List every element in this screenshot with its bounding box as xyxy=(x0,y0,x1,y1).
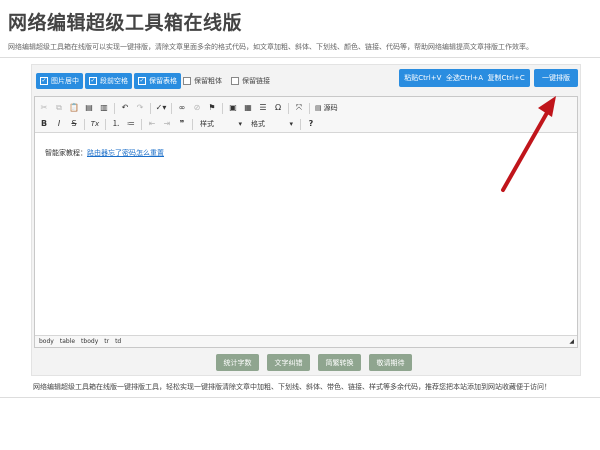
style-dropdown[interactable]: 样式 ▾ xyxy=(198,119,244,130)
table-icon[interactable]: ▦ xyxy=(243,102,253,114)
option-label: 保留链接 xyxy=(242,77,270,85)
outdent-icon[interactable]: ⇤ xyxy=(147,118,157,130)
spellcheck-icon[interactable]: ✓▾ xyxy=(156,102,167,114)
chevron-down-icon: ▾ xyxy=(238,120,242,128)
bottom-divider xyxy=(0,397,600,398)
numbered-list-icon[interactable]: ⒈ xyxy=(111,118,121,130)
source-label: 源码 xyxy=(323,104,338,112)
toolbar-separator xyxy=(309,102,310,114)
strikethrough-button[interactable]: S xyxy=(69,118,79,130)
toolbar-separator xyxy=(114,102,115,114)
bold-button[interactable]: B xyxy=(39,118,49,130)
top-divider xyxy=(0,57,600,58)
paste-text-icon[interactable]: ▤ xyxy=(84,102,94,114)
source-icon: ▤ xyxy=(315,104,322,112)
image-icon[interactable]: ▣ xyxy=(228,102,238,114)
coming-soon-button[interactable]: 敬请期待 xyxy=(369,354,412,371)
path-table[interactable]: table xyxy=(60,338,75,345)
checkbox-checked-icon: ✓ xyxy=(89,77,97,85)
horizontal-rule-icon[interactable]: ☰ xyxy=(258,102,268,114)
help-button[interactable]: ? xyxy=(306,118,316,130)
word-count-button[interactable]: 统计字数 xyxy=(216,354,259,371)
toolbar-separator xyxy=(84,118,85,130)
toolbar-separator xyxy=(141,118,142,130)
paste-icon[interactable]: 📋 xyxy=(69,102,79,114)
checkbox-checked-icon: ✓ xyxy=(40,77,48,85)
unlink-icon[interactable]: ⊘ xyxy=(192,102,202,114)
option-image-center[interactable]: ✓ 图片居中 xyxy=(36,73,83,89)
content-prefix: 智能家教程： xyxy=(45,149,87,157)
path-td[interactable]: td xyxy=(115,338,121,345)
option-keep-links[interactable]: 保留链接 xyxy=(231,75,270,87)
toolbar-separator xyxy=(192,118,193,130)
toolbar-row-1: ✂ ⧉ 📋 ▤ ▥ ↶ ↷ ✓▾ ∞ ⊘ ⚑ ▣ ▦ ☰ Ω ⤧ ▤ 源码 xyxy=(39,101,338,115)
page-description: 网络编辑超级工具箱在线版可以实现一键排版，清除文章里面多余的格式代码，如文章加粗… xyxy=(8,43,533,51)
path-tbody[interactable]: tbody xyxy=(81,338,98,345)
style-dropdown-label: 样式 xyxy=(200,120,214,128)
copy-button[interactable]: 复制Ctrl+C xyxy=(488,73,525,83)
text-correction-button[interactable]: 文字纠错 xyxy=(267,354,310,371)
source-button[interactable]: ▤ 源码 xyxy=(315,103,338,113)
option-label: 保留表格 xyxy=(149,77,177,85)
format-dropdown-label: 格式 xyxy=(251,120,265,128)
anchor-flag-icon[interactable]: ⚑ xyxy=(207,102,217,114)
page-title: 网络编辑超级工具箱在线版 xyxy=(8,12,243,34)
toolbar-separator xyxy=(105,118,106,130)
chevron-down-icon: ▾ xyxy=(289,120,293,128)
redo-icon[interactable]: ↷ xyxy=(135,102,145,114)
toolbar-separator xyxy=(222,102,223,114)
one-click-format-button[interactable]: 一键排版 xyxy=(534,69,578,87)
select-all-button[interactable]: 全选Ctrl+A xyxy=(446,73,483,83)
footer-text: 网络编辑超级工具箱在线版一键排版工具，轻松实现一键排版清除文章中加粗、下划线、斜… xyxy=(33,383,551,391)
checkbox-unchecked-icon xyxy=(183,77,191,85)
option-label: 图片居中 xyxy=(51,77,79,85)
toolbar-row-2: B I S Tx ⒈ ≔ ⇤ ⇥ ❞ 样式 ▾ 格式 ▾ ? xyxy=(39,117,316,131)
link-icon[interactable]: ∞ xyxy=(177,102,187,114)
toolbar-separator xyxy=(288,102,289,114)
simplified-traditional-button[interactable]: 简繁转换 xyxy=(318,354,361,371)
option-keep-bold[interactable]: 保留粗体 xyxy=(183,75,222,87)
content-link[interactable]: 路由器忘了密码怎么重置 xyxy=(87,149,164,157)
special-char-icon[interactable]: Ω xyxy=(273,102,283,114)
maximize-icon[interactable]: ⤧ xyxy=(294,102,304,114)
paste-button[interactable]: 粘贴Ctrl+V xyxy=(404,73,441,83)
page: 网络编辑超级工具箱在线版 网络编辑超级工具箱在线版可以实现一键排版，清除文章里面… xyxy=(0,0,600,450)
editor-toolbar: ✂ ⧉ 📋 ▤ ▥ ↶ ↷ ✓▾ ∞ ⊘ ⚑ ▣ ▦ ☰ Ω ⤧ ▤ 源码 B … xyxy=(35,97,577,133)
option-paragraph-indent[interactable]: ✓ 段前空格 xyxy=(85,73,132,89)
cut-icon[interactable]: ✂ xyxy=(39,102,49,114)
option-keep-tables[interactable]: ✓ 保留表格 xyxy=(134,73,181,89)
blockquote-icon[interactable]: ❞ xyxy=(177,118,187,130)
undo-icon[interactable]: ↶ xyxy=(120,102,130,114)
option-label: 保留粗体 xyxy=(194,77,222,85)
path-body[interactable]: body xyxy=(39,338,54,345)
checkbox-checked-icon: ✓ xyxy=(138,77,146,85)
toolbar-separator xyxy=(300,118,301,130)
italic-button[interactable]: I xyxy=(54,118,64,130)
toolbar-separator xyxy=(171,102,172,114)
editor-statusbar: body table tbody tr td ◢ xyxy=(35,335,577,347)
option-label: 段前空格 xyxy=(100,77,128,85)
format-dropdown[interactable]: 格式 ▾ xyxy=(249,119,295,130)
paste-word-icon[interactable]: ▥ xyxy=(99,102,109,114)
bulleted-list-icon[interactable]: ≔ xyxy=(126,118,136,130)
clear-format-button[interactable]: Tx xyxy=(90,118,100,130)
copy-icon[interactable]: ⧉ xyxy=(54,102,64,114)
toolbar-separator xyxy=(150,102,151,114)
editor-content[interactable]: 智能家教程：路由器忘了密码怎么重置 xyxy=(45,148,164,158)
path-tr[interactable]: tr xyxy=(104,338,109,345)
bottom-button-row: 统计字数 文字纠错 简繁转换 敬请期待 xyxy=(216,354,412,371)
checkbox-unchecked-icon xyxy=(231,77,239,85)
resize-grip-icon[interactable]: ◢ xyxy=(569,338,574,345)
indent-icon[interactable]: ⇥ xyxy=(162,118,172,130)
rich-text-editor: ✂ ⧉ 📋 ▤ ▥ ↶ ↷ ✓▾ ∞ ⊘ ⚑ ▣ ▦ ☰ Ω ⤧ ▤ 源码 B … xyxy=(34,96,578,348)
clipboard-button-group: 粘贴Ctrl+V 全选Ctrl+A 复制Ctrl+C xyxy=(399,69,530,87)
